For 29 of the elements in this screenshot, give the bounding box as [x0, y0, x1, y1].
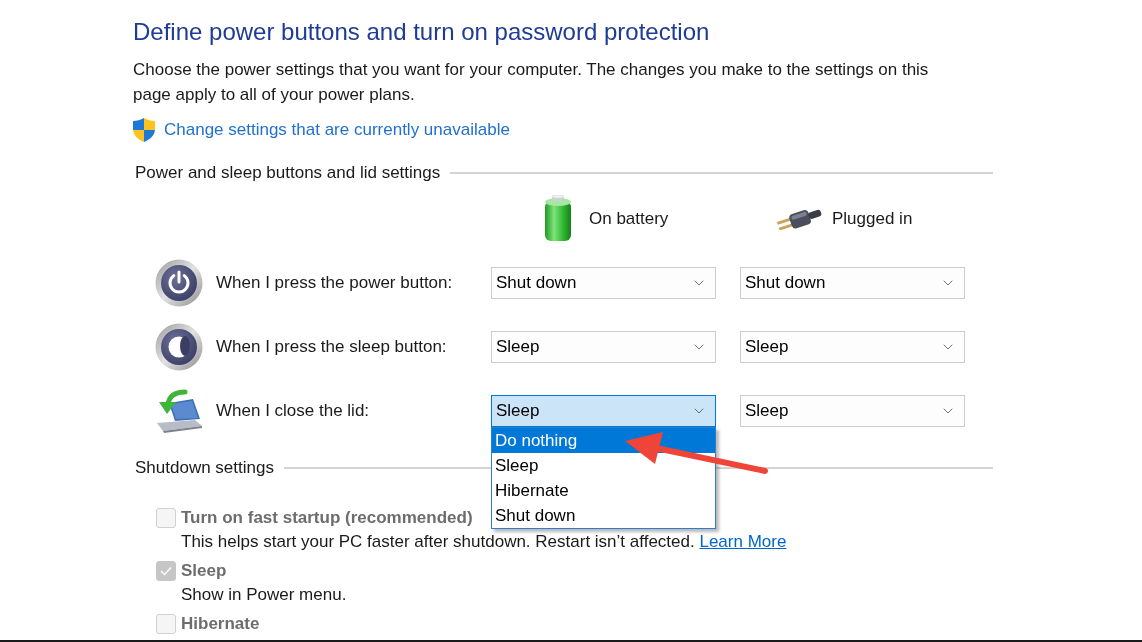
checkbox-label: Sleep	[181, 560, 227, 582]
row-label: When I press the power button:	[216, 272, 453, 294]
column-header: On battery	[589, 207, 669, 230]
shield-icon	[133, 117, 155, 142]
dropdown[interactable]: Shut down	[491, 267, 716, 299]
checkbox-label: Turn on fast startup (recommended)	[181, 507, 473, 529]
option-description: Show in Power menu.	[180, 584, 347, 606]
dropdown[interactable]: Sleep	[740, 395, 965, 427]
row-label: When I close the lid:	[216, 400, 370, 422]
dropdown-option[interactable]: Hibernate	[492, 478, 715, 503]
column-header: Plugged in	[832, 207, 913, 230]
change-settings-link[interactable]: Change settings that are currently unavailable	[164, 117, 510, 142]
laptop-icon	[155, 389, 203, 433]
dropdown[interactable]: Sleep	[491, 331, 716, 363]
page-description: Choose the power settings that you want for your computer. The changes you make to the settings on this page apply to all of your power plans.	[133, 59, 930, 106]
power-button-icon	[155, 259, 203, 307]
dropdown[interactable]: Sleep	[491, 395, 716, 427]
page-title: Define power buttons and turn on password protection	[133, 17, 710, 47]
checkmark-icon	[160, 566, 172, 576]
moon-button-icon	[155, 323, 203, 371]
dropdown-option[interactable]: Sleep	[492, 453, 715, 478]
section-heading: Shutdown settings	[134, 457, 274, 479]
dropdown[interactable]: Shut down	[740, 267, 965, 299]
option-description: This helps start your PC faster after shutdown. Restart isn’t affected. Learn More	[180, 531, 787, 553]
row-label: When I press the sleep button:	[216, 336, 447, 358]
dropdown-option[interactable]: Shut down	[492, 503, 715, 528]
checkbox-label: Hibernate	[181, 613, 260, 635]
section-heading: Power and sleep buttons and lid settings	[134, 162, 441, 184]
dropdown[interactable]: Sleep	[740, 331, 965, 363]
